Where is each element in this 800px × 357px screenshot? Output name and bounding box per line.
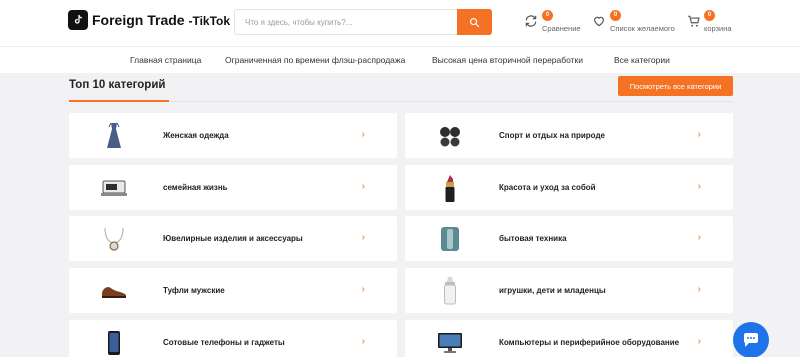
chat-button[interactable] (733, 322, 769, 357)
lipstick-icon (435, 171, 465, 204)
search-icon (470, 17, 480, 27)
category-card-womens-clothing[interactable]: Женская одежда › (69, 113, 397, 158)
category-label: Сотовые телефоны и гаджеты (163, 338, 285, 347)
compare-count-badge: 0 (542, 10, 553, 21)
baby-bottle-icon (435, 274, 465, 307)
tiktok-logo-icon (68, 10, 88, 30)
logo-text: Foreign Trade -TikTok (92, 12, 231, 28)
search-input[interactable] (235, 10, 459, 34)
chevron-right-icon: › (361, 129, 365, 140)
nav-recycling[interactable]: Высокая цена вторичной переработки (432, 55, 583, 65)
category-card-jewelry[interactable]: Ювелирные изделия и аксессуары › (69, 216, 397, 261)
shoe-icon (99, 274, 129, 307)
site-logo[interactable]: Foreign Trade -TikTok (68, 10, 230, 30)
dress-icon (99, 119, 129, 152)
cart-count-badge: 0 (704, 10, 715, 21)
nav-home[interactable]: Главная страница (130, 55, 201, 65)
search-bar (234, 9, 492, 35)
category-label: бытовая техника (499, 234, 567, 243)
category-label: Туфли мужские (163, 286, 225, 295)
wishlist-label: Список желаемого (610, 24, 675, 33)
category-label: семейная жизнь (163, 183, 228, 192)
category-card-beauty[interactable]: Красота и уход за собой › (405, 165, 733, 210)
category-label: Красота и уход за собой (499, 183, 596, 192)
monitor-icon (435, 326, 465, 357)
necklace-icon (99, 222, 129, 255)
category-card-mens-shoes[interactable]: Туфли мужские › (69, 268, 397, 313)
main-nav: Главная страница Ограниченная по времени… (0, 46, 800, 73)
sports-icon (435, 119, 465, 152)
cart-icon (688, 15, 700, 27)
category-card-family-life[interactable]: семейная жизнь › (69, 165, 397, 210)
chevron-right-icon: › (697, 129, 701, 140)
site-header: Foreign Trade -TikTok 0 Сравнение 0 Спис… (0, 0, 800, 46)
household-appliance-icon (435, 222, 465, 255)
category-card-toys-kids[interactable]: игрушки, дети и младенцы › (405, 268, 733, 313)
chevron-right-icon: › (361, 284, 365, 295)
category-card-sports[interactable]: Спорт и отдых на природе › (405, 113, 733, 158)
chevron-right-icon: › (697, 181, 701, 192)
cart-label: корзина (704, 24, 732, 33)
chevron-right-icon: › (361, 181, 365, 192)
category-label: игрушки, дети и младенцы (499, 286, 606, 295)
home-appliance-icon (99, 171, 129, 204)
chevron-right-icon: › (697, 284, 701, 295)
chevron-right-icon: › (697, 232, 701, 243)
heart-icon (594, 16, 604, 27)
phone-icon (99, 326, 129, 357)
category-card-phones[interactable]: Сотовые телефоны и гаджеты › (69, 320, 397, 357)
category-label: Спорт и отдых на природе (499, 131, 605, 140)
compare-icon (525, 15, 537, 27)
section-title-underline (69, 100, 169, 102)
category-card-household-appliances[interactable]: бытовая техника › (405, 216, 733, 261)
chevron-right-icon: › (697, 336, 701, 347)
category-label: Ювелирные изделия и аксессуары (163, 234, 303, 243)
nav-all-categories[interactable]: Все категории (614, 55, 670, 65)
section-title: Топ 10 категорий (69, 79, 166, 91)
category-label: Женская одежда (163, 131, 229, 140)
nav-flash-sale[interactable]: Ограниченная по времени флэш-распродажа (225, 55, 405, 65)
compare-label: Сравнение (542, 24, 581, 33)
chevron-right-icon: › (361, 232, 365, 243)
wishlist-count-badge: 0 (610, 10, 621, 21)
category-card-computers[interactable]: Компьютеры и периферийное оборудование › (405, 320, 733, 357)
chevron-right-icon: › (361, 336, 365, 347)
view-all-categories-button[interactable]: Посмотреть все категории (618, 76, 733, 96)
search-button[interactable] (457, 9, 492, 35)
chat-bubble-icon (743, 333, 758, 347)
category-label: Компьютеры и периферийное оборудование (499, 338, 680, 347)
